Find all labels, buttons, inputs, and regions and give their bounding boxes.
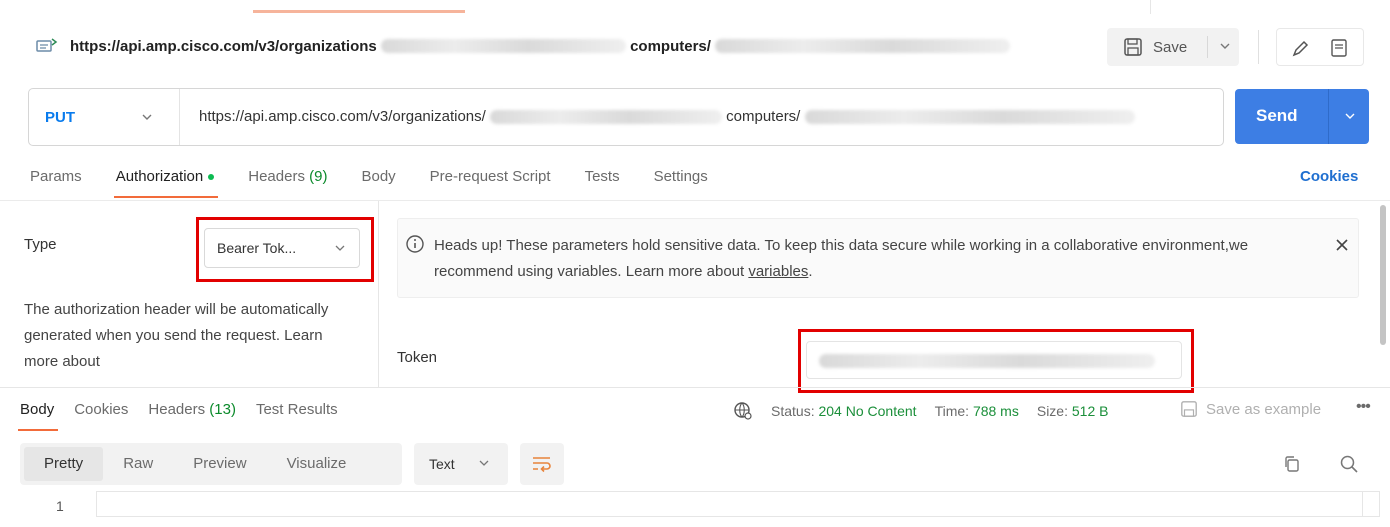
save-icon (1181, 401, 1197, 417)
time-value[interactable]: 788 ms (973, 403, 1019, 419)
request-icon (36, 38, 58, 52)
url-input[interactable]: https://api.amp.cisco.com/v3/organizatio… (199, 108, 1135, 125)
request-title-row: https://api.amp.cisco.com/v3/organizatio… (0, 22, 1390, 70)
tab-headers-count: (9) (309, 168, 328, 185)
request-name-part-1: https://api.amp.cisco.com/v3/organizatio… (70, 37, 377, 55)
redacted-segment (380, 39, 626, 54)
highlight-box-auth-type (196, 217, 374, 282)
response-tab-headers-label: Headers (148, 401, 206, 418)
response-tabs: Body Cookies Headers (13) Test Results (17, 401, 358, 431)
save-as-example-label: Save as example (1206, 400, 1322, 418)
request-name[interactable]: https://api.amp.cisco.com/v3/organizatio… (70, 37, 1011, 55)
toolbar-divider (1258, 30, 1259, 64)
redacted-segment (489, 110, 722, 125)
top-tab-accent (253, 10, 465, 13)
more-options-icon[interactable]: ••• (1356, 398, 1371, 416)
tab-pre-request-script[interactable]: Pre-request Script (430, 168, 551, 198)
response-tab-headers[interactable]: Headers (13) (148, 401, 236, 418)
method-select[interactable]: PUT (45, 109, 75, 126)
request-name-part-2: computers/ (630, 37, 711, 55)
save-button[interactable]: Save (1107, 28, 1239, 66)
tab-params[interactable]: Params (30, 168, 82, 198)
sensitive-data-notice: Heads up! These parameters hold sensitiv… (397, 218, 1359, 298)
response-body-editor[interactable] (96, 491, 1380, 517)
chevron-down-icon[interactable] (139, 109, 155, 125)
save-label: Save (1153, 38, 1188, 56)
redacted-segment (804, 110, 1135, 125)
tab-body[interactable]: Body (361, 168, 395, 198)
editor-right-gutter (1362, 491, 1363, 517)
cookies-link[interactable]: Cookies (1300, 168, 1358, 185)
document-icon[interactable] (1329, 38, 1349, 58)
save-as-example-button[interactable]: Save as example (1180, 400, 1321, 418)
edit-docs-group (1276, 28, 1364, 66)
status-label: Status: (771, 403, 815, 419)
highlight-box-token (798, 329, 1194, 393)
tab-settings[interactable]: Settings (654, 168, 708, 198)
info-icon (406, 235, 424, 253)
tab-headers-label: Headers (248, 168, 305, 185)
size-value[interactable]: 512 B (1072, 403, 1109, 419)
active-indicator-dot (208, 174, 215, 181)
save-divider (1207, 36, 1208, 58)
response-status-line: Status: 204 No Content Time: 788 ms Size… (733, 401, 1108, 421)
url-part-2: computers/ (726, 108, 801, 125)
request-tabs: Params Authorization Headers (9) Body Pr… (30, 168, 742, 198)
response-view-toggle: Pretty Raw Preview Visualize (20, 443, 402, 485)
method-divider (179, 89, 180, 145)
response-format-select[interactable]: Text (414, 443, 508, 485)
time-label: Time: (934, 403, 970, 419)
url-part-1: https://api.amp.cisco.com/v3/organizatio… (199, 108, 486, 125)
view-raw[interactable]: Raw (103, 447, 173, 481)
send-label: Send (1256, 106, 1298, 125)
line-number: 1 (56, 498, 64, 514)
redacted-segment (715, 39, 1011, 54)
notice-body: Heads up! These parameters hold sensitiv… (434, 237, 1249, 280)
request-url-bar: PUT https://api.amp.cisco.com/v3/organiz… (28, 88, 1224, 146)
token-label: Token (397, 349, 438, 366)
wrap-lines-button[interactable] (520, 443, 564, 485)
view-preview[interactable]: Preview (173, 447, 266, 481)
search-icon[interactable] (1339, 454, 1359, 474)
save-icon (1124, 38, 1142, 56)
size-label: Size: (1036, 403, 1068, 419)
view-pretty[interactable]: Pretty (24, 447, 104, 481)
send-button[interactable]: Send (1235, 89, 1369, 144)
notice-text: Heads up! These parameters hold sensitiv… (434, 233, 1294, 285)
wrap-lines-icon (533, 457, 551, 473)
globe-icon[interactable] (733, 401, 753, 421)
send-divider (1328, 89, 1329, 144)
variables-link[interactable]: variables (748, 263, 808, 280)
status-value[interactable]: 204 No Content (818, 403, 916, 419)
close-icon[interactable] (1334, 237, 1350, 253)
response-divider (0, 387, 1390, 388)
tab-authorization-label: Authorization (115, 168, 204, 185)
tab-headers[interactable]: Headers (9) (248, 168, 327, 198)
notice-end: . (808, 263, 813, 280)
chevron-down-icon[interactable] (1217, 38, 1233, 54)
chevron-down-icon (479, 460, 489, 466)
copy-icon[interactable] (1283, 455, 1301, 473)
response-tab-cookies[interactable]: Cookies (74, 401, 128, 418)
tab-authorization[interactable]: Authorization (113, 168, 218, 198)
response-tab-headers-count: (13) (209, 401, 236, 418)
top-divider (1150, 0, 1151, 14)
response-tab-body[interactable]: Body (17, 401, 59, 431)
chevron-down-icon[interactable] (1342, 108, 1358, 124)
pencil-icon[interactable] (1290, 39, 1310, 59)
tab-tests[interactable]: Tests (585, 168, 620, 198)
view-visualize[interactable]: Visualize (267, 447, 367, 481)
vertical-scrollbar[interactable] (1380, 205, 1386, 345)
response-format-value: Text (429, 456, 455, 472)
auth-type-label: Type (24, 236, 57, 253)
response-tab-test-results[interactable]: Test Results (256, 401, 338, 418)
auth-help-text: The authorization header will be automat… (24, 301, 329, 370)
